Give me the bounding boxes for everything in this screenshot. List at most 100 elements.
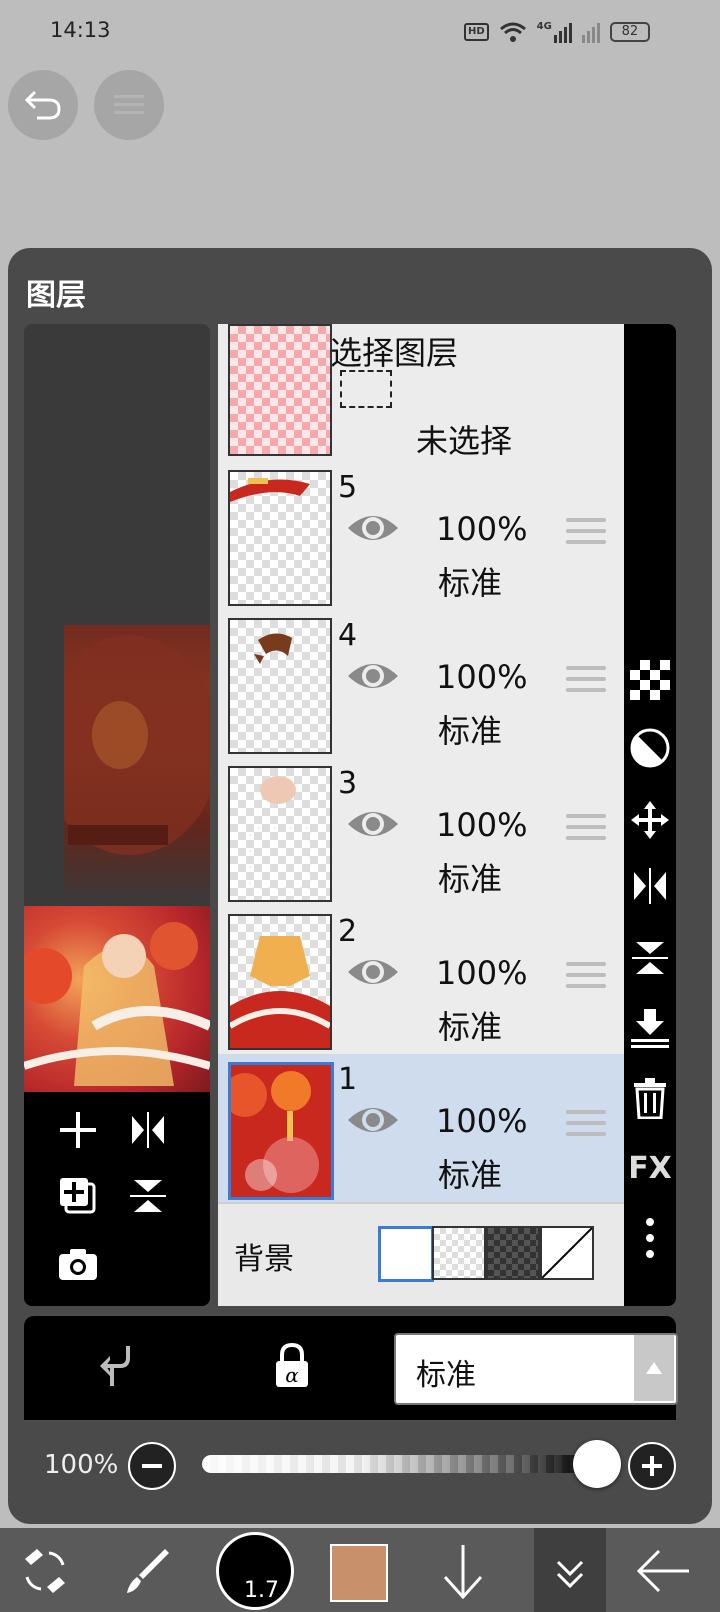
layer-blend-mode: 标准 [438,1156,503,1194]
redo-button[interactable] [94,70,164,140]
layer-row-5[interactable]: 5 100% 标准 [218,462,624,612]
plus-icon [642,1456,662,1476]
drag-handle-icon[interactable] [566,666,606,700]
move-button[interactable] [624,794,676,846]
background-none-option[interactable] [540,1226,594,1280]
status-bar: 14:13 HD 4G 82 [0,0,720,64]
hide-panel-button[interactable] [534,1528,606,1612]
canvas-preview-zoomed [40,625,220,906]
transform-tool-icon [25,1549,65,1593]
clipping-icon [100,1346,130,1386]
flip-horizontal-button[interactable] [118,1100,178,1160]
layer-blend-mode: 标准 [438,1008,503,1046]
drag-handle-icon[interactable] [566,814,606,848]
flip-vertical-icon [130,1180,166,1212]
selection-layer-thumbnail [228,324,332,456]
checker-icon [630,660,670,700]
status-time: 14:13 [50,18,111,42]
brush-tool-button[interactable] [108,1532,186,1610]
minus-icon [142,1464,162,1468]
double-chevron-down-icon [556,1560,584,1589]
undo-button[interactable] [8,70,78,140]
layer-row-3[interactable]: 3 100% 标准 [218,758,624,908]
triangle-up-icon [646,1362,662,1374]
layer-thumbnail [228,914,332,1050]
artwork-thumbnail-image [24,922,210,1086]
layer-opacity: 100% [436,954,528,992]
flip-horizontal-icon [634,868,666,904]
opacity-decrease-button[interactable] [128,1442,176,1490]
drag-handle-icon[interactable] [566,1110,606,1144]
clipping-button[interactable] [90,1342,138,1390]
drag-handle-icon[interactable] [566,962,606,996]
layer-tools-block [24,1092,210,1306]
back-arrow-icon [636,1549,689,1593]
visibility-eye-icon[interactable] [346,1102,400,1138]
panel-title: 图层 [26,278,86,313]
brush-size-value: 1.7 [244,1578,279,1603]
back-button[interactable] [624,1532,702,1610]
more-vertical-icon [646,1218,654,1258]
layer-thumbnail [228,766,332,902]
visibility-eye-icon[interactable] [346,806,400,842]
selection-layer-row[interactable]: 选择图层 未选择 [218,324,624,464]
lantern-art-image [40,635,220,855]
merge-down-icon [631,1009,669,1048]
alpha-lock-button[interactable]: α [268,1340,316,1392]
layer-blend-mode: 标准 [438,712,503,750]
layer-thumbnail [228,618,332,754]
layer-opacity: 100% [436,1102,528,1140]
visibility-eye-icon[interactable] [346,510,400,546]
background-white-option[interactable] [378,1226,434,1282]
layer-number: 2 [338,914,358,949]
background-transparent-option[interactable] [432,1226,486,1280]
layer-thumbnail [223,1062,334,1200]
layer-down-button[interactable] [424,1532,502,1610]
hd-badge: HD [464,23,489,41]
opacity-slider[interactable] [202,1455,594,1473]
layer-action-strip: FX [624,324,676,1306]
layer-row-4[interactable]: 4 100% 标准 [218,610,624,760]
copy-layer-button[interactable] [48,1166,108,1226]
transform-tool-button[interactable] [6,1532,84,1610]
flip-horizontal-icon [132,1112,164,1148]
signal-2-icon [581,21,600,43]
signal-type: 4G [536,21,552,32]
layer-row-2[interactable]: 2 100% 标准 [218,906,624,1056]
layer-opacity: 100% [436,806,528,844]
invert-icon [630,728,670,768]
selection-status: 未选择 [416,422,513,460]
flip-vertical-button[interactable] [118,1166,178,1226]
wifi-icon [499,22,526,42]
add-layer-button[interactable] [48,1100,108,1160]
opacity-slider-knob[interactable] [573,1440,621,1488]
layer-number: 1 [338,1062,358,1097]
transparent-fill-button[interactable] [624,654,676,706]
invert-button[interactable] [624,722,676,774]
opacity-increase-button[interactable] [628,1442,676,1490]
menu-icon [114,95,144,114]
layer-opacity: 100% [436,658,528,696]
flip-vertical-icon [632,942,668,974]
merge-down-button[interactable] [624,1002,676,1054]
canvas-thumbnail[interactable] [24,906,210,1092]
selection-rect-icon [340,370,392,408]
visibility-eye-icon[interactable] [346,658,400,694]
flip-vertical-layer-button[interactable] [624,932,676,984]
layer-opacity: 100% [436,510,528,548]
layer-number: 4 [338,618,358,653]
visibility-eye-icon[interactable] [346,954,400,990]
flip-horizontal-layer-button[interactable] [624,860,676,912]
drag-handle-icon[interactable] [566,518,606,552]
color-swatch[interactable] [330,1544,388,1602]
battery-icon: 82 [609,22,650,42]
undo-icon [24,90,61,120]
layer-row-1[interactable]: 1 100% 标准 [218,1054,624,1204]
background-dark-checker-option[interactable] [486,1226,540,1280]
camera-button[interactable] [48,1234,108,1294]
svg-text:α: α [285,1363,299,1387]
fx-button[interactable]: FX [624,1142,676,1194]
more-options-button[interactable] [624,1212,676,1264]
delete-layer-button[interactable] [624,1072,676,1124]
blend-mode-dropdown-button[interactable] [634,1335,674,1401]
